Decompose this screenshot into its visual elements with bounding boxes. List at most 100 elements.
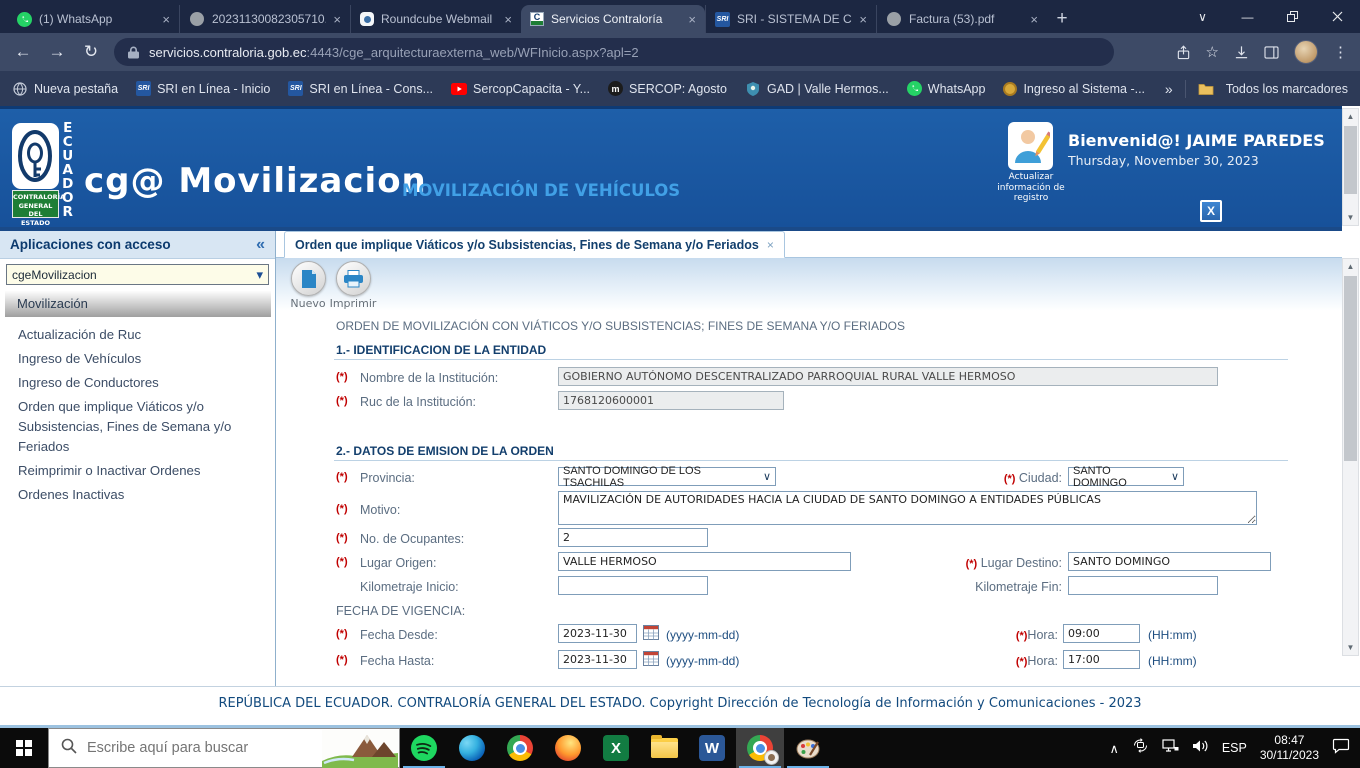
bookmark-sri-inicio[interactable]: SRI SRI en Línea - Inicio <box>136 81 270 96</box>
taskbar-app-edge[interactable] <box>448 728 496 768</box>
print-button[interactable]: Imprimir <box>330 261 376 310</box>
action-center-icon[interactable] <box>1332 738 1350 759</box>
new-tab-button[interactable]: + <box>1047 5 1077 33</box>
calendar-icon[interactable] <box>643 625 659 640</box>
browser-tab-whatsapp[interactable]: (1) WhatsApp × <box>8 5 179 33</box>
downloads-icon[interactable] <box>1234 45 1249 60</box>
sidebar-item-ingreso-conductores[interactable]: Ingreso de Conductores <box>0 371 270 395</box>
address-bar[interactable]: servicios.contraloria.gob.ec:4443/cge_ar… <box>114 38 1114 66</box>
network-icon[interactable] <box>1162 738 1179 758</box>
calendar-icon[interactable] <box>643 651 659 666</box>
sidebar-collapse-icon[interactable]: « <box>256 236 265 254</box>
user-avatar-button[interactable] <box>1008 122 1053 170</box>
browser-tab-servicios-contraloria[interactable]: C Servicios Contraloría × <box>521 5 705 33</box>
close-icon[interactable]: × <box>688 12 696 27</box>
tray-expand-icon[interactable]: ∧ <box>1110 741 1119 756</box>
hora-desde-input[interactable] <box>1063 624 1140 643</box>
scroll-down-arrow[interactable]: ▼ <box>1343 640 1358 655</box>
close-icon[interactable]: × <box>859 12 867 27</box>
application-select[interactable]: cgeMovilizacion ▾ <box>6 264 269 285</box>
sidebar-item-orden-viaticos[interactable]: Orden que implique Viáticos y/o Subsiste… <box>0 395 260 459</box>
minimize-button[interactable]: — <box>1225 0 1270 33</box>
browser-tab-roundcube[interactable]: Roundcube Webmail × <box>350 5 521 33</box>
lugar-destino-input[interactable] <box>1068 552 1271 571</box>
profile-avatar[interactable] <box>1294 40 1318 64</box>
document-tab-orden-viaticos[interactable]: Orden que implique Viáticos y/o Subsiste… <box>284 231 785 258</box>
all-bookmarks-label[interactable]: Todos los marcadores <box>1226 82 1348 96</box>
back-button[interactable]: ← <box>6 37 40 67</box>
reload-button[interactable]: ↻ <box>74 37 108 67</box>
sri-icon: SRI <box>715 11 730 27</box>
sidebar-item-ordenes-inactivas[interactable]: Ordenes Inactivas <box>0 483 270 507</box>
ciudad-select[interactable]: SANTO DOMINGO ∨ <box>1068 465 1184 489</box>
fecha-hasta-input[interactable] <box>558 650 637 669</box>
new-button[interactable]: Nuevo <box>286 261 330 310</box>
volume-icon[interactable] <box>1192 739 1209 758</box>
km-inicio-input[interactable] <box>558 576 708 595</box>
motivo-textarea[interactable]: MAVILIZACIÓN DE AUTORIDADES HACIA LA CIU… <box>558 491 1257 525</box>
tab-search-chevron-icon[interactable]: ∨ <box>1180 0 1225 33</box>
taskbar-app-firefox[interactable] <box>544 728 592 768</box>
bookmark-sercop-agosto[interactable]: m SERCOP: Agosto <box>608 81 727 96</box>
scroll-up-arrow[interactable]: ▲ <box>1343 109 1358 124</box>
bookmark-nueva-pestana[interactable]: Nueva pestaña <box>12 81 118 97</box>
bookmark-ingreso-al-sistema[interactable]: Ingreso al Sistema -... <box>1003 81 1145 96</box>
taskbar-app-word[interactable]: W <box>688 728 736 768</box>
ruc-institucion-input[interactable] <box>558 391 784 410</box>
taskbar-app-chrome[interactable] <box>496 728 544 768</box>
close-icon[interactable]: × <box>767 238 774 252</box>
close-icon[interactable]: × <box>1030 12 1038 27</box>
start-button[interactable] <box>0 728 48 768</box>
nombre-institucion-input[interactable] <box>558 367 1218 386</box>
sercop-icon: m <box>608 81 624 96</box>
restore-button[interactable] <box>1270 0 1315 33</box>
taskbar-app-excel[interactable]: X <box>592 728 640 768</box>
share-icon[interactable] <box>1176 44 1191 60</box>
taskbar-app-spotify[interactable] <box>400 728 448 768</box>
taskbar-app-chrome-active[interactable] <box>736 728 784 768</box>
close-icon[interactable]: × <box>333 12 341 27</box>
forward-button[interactable]: → <box>40 37 74 67</box>
taskbar-search[interactable] <box>48 728 400 768</box>
bookmark-gad-valle-hermoso[interactable]: GAD | Valle Hermos... <box>745 81 889 97</box>
search-highlight-image[interactable] <box>322 730 398 768</box>
sidebar-item-ingreso-vehiculos[interactable]: Ingreso de Vehículos <box>0 347 270 371</box>
taskbar-clock[interactable]: 08:47 30/11/2023 <box>1260 733 1319 763</box>
scrollbar-thumb[interactable] <box>1344 126 1357 194</box>
taskbar-app-paint[interactable] <box>784 728 832 768</box>
header-frame-scrollbar[interactable]: ▲ ▼ <box>1342 108 1359 226</box>
bookmark-sercopcapacita[interactable]: SercopCapacita - Y... <box>451 81 590 97</box>
lugar-origen-input[interactable] <box>558 552 851 571</box>
scroll-down-arrow[interactable]: ▼ <box>1343 210 1358 225</box>
bookmark-whatsapp[interactable]: WhatsApp <box>906 81 985 96</box>
contraloria-icon: C <box>530 12 544 26</box>
scroll-up-arrow[interactable]: ▲ <box>1343 259 1358 274</box>
close-window-button[interactable] <box>1315 0 1360 33</box>
bookmark-sri-consultas[interactable]: SRI SRI en Línea - Cons... <box>288 81 433 96</box>
scrollbar-thumb[interactable] <box>1344 276 1357 461</box>
fecha-desde-input[interactable] <box>558 624 637 643</box>
close-icon[interactable]: × <box>504 12 512 27</box>
sidebar-item-reimprimir-ordenes[interactable]: Reimprimir o Inactivar Ordenes <box>0 459 270 483</box>
ocupantes-input[interactable] <box>558 528 708 547</box>
display-sync-icon[interactable] <box>1132 738 1149 758</box>
chrome-menu-icon[interactable]: ⋮ <box>1333 43 1348 61</box>
bookmarks-overflow-chevron[interactable]: » <box>1165 81 1173 97</box>
browser-tab-pdf-download[interactable]: 20231130082305710.p × <box>179 5 350 33</box>
sidebar-group-movilizacion[interactable]: Movilización <box>5 291 271 317</box>
browser-tab-sri[interactable]: SRI SRI - SISTEMA DE CO × <box>705 5 876 33</box>
provincia-select[interactable]: SANTO DOMINGO DE LOS TSACHILAS ∨ <box>558 465 776 489</box>
browser-tab-factura-pdf[interactable]: Factura (53).pdf × <box>876 5 1047 33</box>
content-frame-scrollbar[interactable]: ▲ ▼ <box>1342 258 1359 656</box>
bookmark-star-icon[interactable]: ☆ <box>1206 43 1219 61</box>
sidebar-item-actualizacion-ruc[interactable]: Actualización de Ruc <box>0 323 270 347</box>
search-input[interactable] <box>87 740 287 756</box>
taskbar-app-file-explorer[interactable] <box>640 728 688 768</box>
close-icon[interactable]: × <box>162 12 170 27</box>
km-fin-input[interactable] <box>1068 576 1218 595</box>
fecha-format-hint: (yyyy-mm-dd) <box>666 654 740 668</box>
side-panel-icon[interactable] <box>1264 45 1279 59</box>
app-close-button[interactable]: X <box>1200 200 1222 222</box>
hora-hasta-input[interactable] <box>1063 650 1140 669</box>
language-indicator[interactable]: ESP <box>1222 741 1247 755</box>
